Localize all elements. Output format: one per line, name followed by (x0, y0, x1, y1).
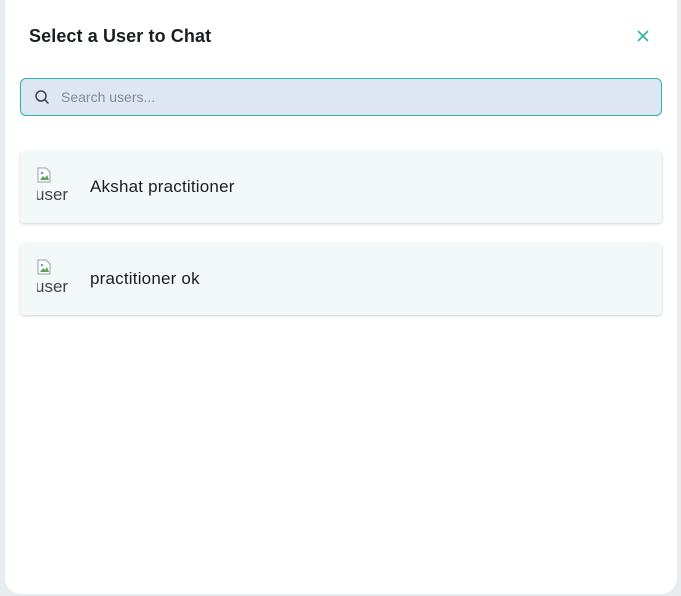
avatar-alt-text: user (37, 185, 69, 204)
user-name: practitioner ok (90, 269, 200, 288)
user-name: Akshat practitioner (90, 177, 235, 196)
select-user-modal: Select a User to Chat user (5, 0, 677, 594)
close-button[interactable] (633, 26, 653, 46)
user-item-akshat-practitioner[interactable]: user Akshat practitioner (20, 151, 662, 223)
modal-header: Select a User to Chat (29, 24, 653, 50)
close-icon (637, 30, 649, 42)
user-item-practitioner-ok[interactable]: user practitioner ok (20, 243, 662, 315)
search-input[interactable] (61, 79, 661, 115)
broken-image-icon (37, 167, 51, 183)
modal-title: Select a User to Chat (29, 26, 212, 46)
search-icon (34, 89, 50, 105)
avatar: user (37, 259, 75, 299)
user-list: user Akshat practitioner user practition… (20, 151, 662, 335)
broken-image-icon (37, 259, 51, 275)
avatar: user (37, 167, 75, 207)
search-box (20, 78, 662, 116)
avatar-alt-text: user (37, 277, 69, 296)
